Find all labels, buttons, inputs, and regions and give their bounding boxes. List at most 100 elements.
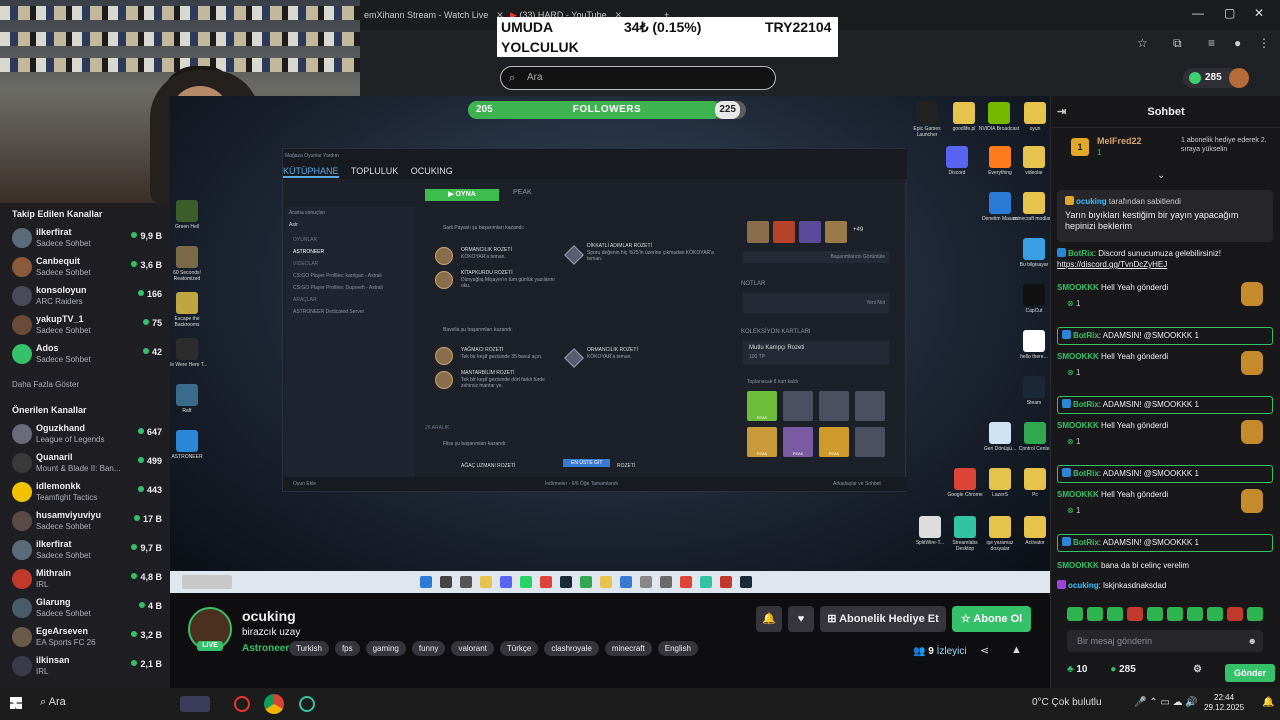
notification-icon[interactable]: 🔔 <box>1262 697 1274 708</box>
stream-tag[interactable]: valorant <box>451 641 494 656</box>
streamlabs-icon[interactable] <box>299 696 315 712</box>
channel-item[interactable]: Quanaril Mount & Blade II: Ban... 499 <box>12 450 162 478</box>
tab-profile[interactable]: OCUKING <box>411 166 453 176</box>
trading-card[interactable] <box>855 427 885 457</box>
media-icon[interactable]: ≡ <box>1208 36 1215 50</box>
start-icon[interactable] <box>10 697 22 709</box>
channel-item[interactable]: Canbequit Sadece Sohbet 3,6 B <box>12 254 162 282</box>
emote[interactable] <box>1167 607 1183 621</box>
follow-heart-button[interactable]: ♥ <box>788 606 814 632</box>
channel-item[interactable]: ilkerfirat Sadece Sohbet 9,7 B <box>12 537 162 565</box>
extensions-icon[interactable]: ⧉ <box>1173 36 1182 51</box>
channel-item[interactable]: Glarung Sadece Sohbet 4 B <box>12 595 162 623</box>
library-item[interactable]: ASTRONEER <box>289 246 411 258</box>
profile-icon[interactable]: ● <box>1234 36 1241 50</box>
channel-item[interactable]: Ados Sadece Sohbet 42 <box>12 341 162 369</box>
library-search[interactable]: Astr <box>285 219 415 231</box>
trading-card[interactable]: PEAK <box>783 427 813 457</box>
stream-tag[interactable]: fps <box>334 641 360 656</box>
emote[interactable] <box>1187 607 1203 621</box>
channel-item[interactable]: yakupTV_1 Sadece Sohbet 75 <box>12 312 162 340</box>
user-avatar[interactable] <box>1229 68 1249 88</box>
stream-tag[interactable]: minecraft <box>604 641 652 656</box>
desktop-icon[interactable]: Escape the Backrooms <box>164 292 210 328</box>
taskbar-app-icon[interactable] <box>580 576 592 588</box>
bits-counter[interactable]: ♣ 10 <box>1067 664 1087 675</box>
emote[interactable] <box>1147 607 1163 621</box>
channel-item[interactable]: ilkerfirat Sadece Sohbet 9,9 B <box>12 225 162 253</box>
taskbar-app-icon[interactable] <box>560 576 572 588</box>
channel-item[interactable]: idlemonkk Teamfight Tactics 443 <box>12 479 162 507</box>
maximize-icon[interactable]: ▢ <box>1224 6 1235 20</box>
show-more-link[interactable]: Daha Fazla Göster <box>12 380 79 389</box>
taskbar-app-icon[interactable] <box>460 576 472 588</box>
desktop-icon[interactable]: Raft <box>164 384 210 414</box>
settings-icon[interactable]: ⚙ <box>1193 664 1202 675</box>
notification-bell-button[interactable]: 🔔 <box>756 606 782 632</box>
emote[interactable] <box>1087 607 1103 621</box>
emote[interactable] <box>1107 607 1123 621</box>
minimize-icon[interactable]: — <box>1192 6 1204 20</box>
taskbar-app-icon[interactable] <box>740 576 752 588</box>
copilot-icon[interactable] <box>180 696 210 712</box>
points-counter[interactable]: ● 285 <box>1110 664 1136 675</box>
leader-user[interactable]: MelFred22 <box>1097 136 1142 146</box>
taskbar-app-icon[interactable] <box>540 576 552 588</box>
tab-community[interactable]: TOPLULUK <box>351 166 398 176</box>
channel-item[interactable]: konsoloyun ARC Raiders 166 <box>12 283 162 311</box>
emote[interactable] <box>1127 607 1143 621</box>
taskbar-search[interactable]: ⌕ Ara <box>40 696 66 709</box>
bookmark-star-icon[interactable]: ☆ <box>1137 36 1148 50</box>
obs-icon[interactable] <box>234 696 250 712</box>
desktop-icon[interactable]: We Were Here T... <box>164 338 210 368</box>
more-achievements[interactable]: +49 <box>853 227 863 233</box>
desktop-icon[interactable]: Green Hell <box>164 200 210 230</box>
stream-tag[interactable]: Turkish <box>289 641 329 656</box>
gift-sub-button[interactable]: ⊞ Abonelik Hediye Et <box>820 606 946 632</box>
desktop-icon[interactable]: 60 Seconds! Reatomized <box>164 246 210 282</box>
friends-chat-button[interactable]: Arkadaşlar ve Sohbet <box>833 477 881 491</box>
report-icon[interactable]: ▲ <box>1011 644 1022 656</box>
taskbar-app-icon[interactable] <box>600 576 612 588</box>
channel-item[interactable]: Mithrain IRL 4,8 B <box>12 566 162 594</box>
stream-tag[interactable]: English <box>657 641 698 656</box>
discord-link[interactable]: https://discord.gg/TvnDcZyHEJ <box>1057 260 1167 269</box>
library-item[interactable]: CS:GO Player Profiles: Dupreeh - Astrali <box>289 282 411 294</box>
taskbar-app-icon[interactable] <box>720 576 732 588</box>
taskbar-app-icon[interactable] <box>700 576 712 588</box>
stream-tag[interactable]: gaming <box>365 641 406 656</box>
downloads-status[interactable]: İndirmeler - 6/6 Öğe Tamamlandı <box>545 477 618 491</box>
taskbar-app-icon[interactable] <box>420 576 432 588</box>
library-item[interactable]: CS:GO Player Profiles: karrigan - Astral… <box>289 270 411 282</box>
menu-icon[interactable]: ⋮ <box>1258 36 1270 50</box>
channel-item[interactable]: Oguzkhand League of Legends 647 <box>12 421 162 449</box>
chrome-icon[interactable] <box>264 694 284 714</box>
emote[interactable] <box>1227 607 1243 621</box>
channel-item[interactable]: husamviyuviyu Sadece Sohbet 17 B <box>12 508 162 536</box>
view-achievements-button[interactable]: Başarımlarımı Görüntüle <box>743 251 889 263</box>
taskbar-app-icon[interactable] <box>680 576 692 588</box>
trading-card[interactable]: PEAK <box>747 391 777 421</box>
trading-card[interactable]: PEAK <box>819 427 849 457</box>
collapse-icon[interactable]: ⇥ <box>1057 96 1066 128</box>
stream-category[interactable]: Astroneer <box>242 643 289 654</box>
emote[interactable] <box>1247 607 1263 621</box>
chevron-down-icon[interactable]: ⌄ <box>1157 170 1165 181</box>
taskbar-app-icon[interactable] <box>500 576 512 588</box>
subscribe-button[interactable]: ☆ Abone Ol <box>952 606 1031 632</box>
channel-item[interactable]: EgeArseven EA Sports FC 26 3,2 B <box>12 624 162 652</box>
chat-input[interactable]: Bir mesaj gönderin ☻ <box>1067 630 1263 652</box>
trading-card[interactable] <box>783 391 813 421</box>
trading-card[interactable] <box>855 391 885 421</box>
send-button[interactable]: Gönder <box>1225 664 1275 682</box>
tray-icons[interactable]: 🎤 ⌃ ▭ ☁ 🔊 <box>1134 697 1198 708</box>
browser-tab[interactable]: emXihann Stream - Watch Live ✕ <box>364 4 504 26</box>
tab-library[interactable]: KÜTÜPHANE <box>283 166 339 178</box>
share-icon[interactable]: ⋖ <box>980 644 989 657</box>
search-input[interactable]: ⌕ Ara <box>500 66 776 90</box>
add-game-button[interactable]: Oyun Ekle <box>293 477 316 491</box>
scroll-top-button[interactable]: EN ÜSTE GİT <box>563 459 611 467</box>
stream-tag[interactable]: Türkçe <box>499 641 539 656</box>
taskbar-app-icon[interactable] <box>480 576 492 588</box>
desktop-icon[interactable]: Discord <box>935 146 979 176</box>
